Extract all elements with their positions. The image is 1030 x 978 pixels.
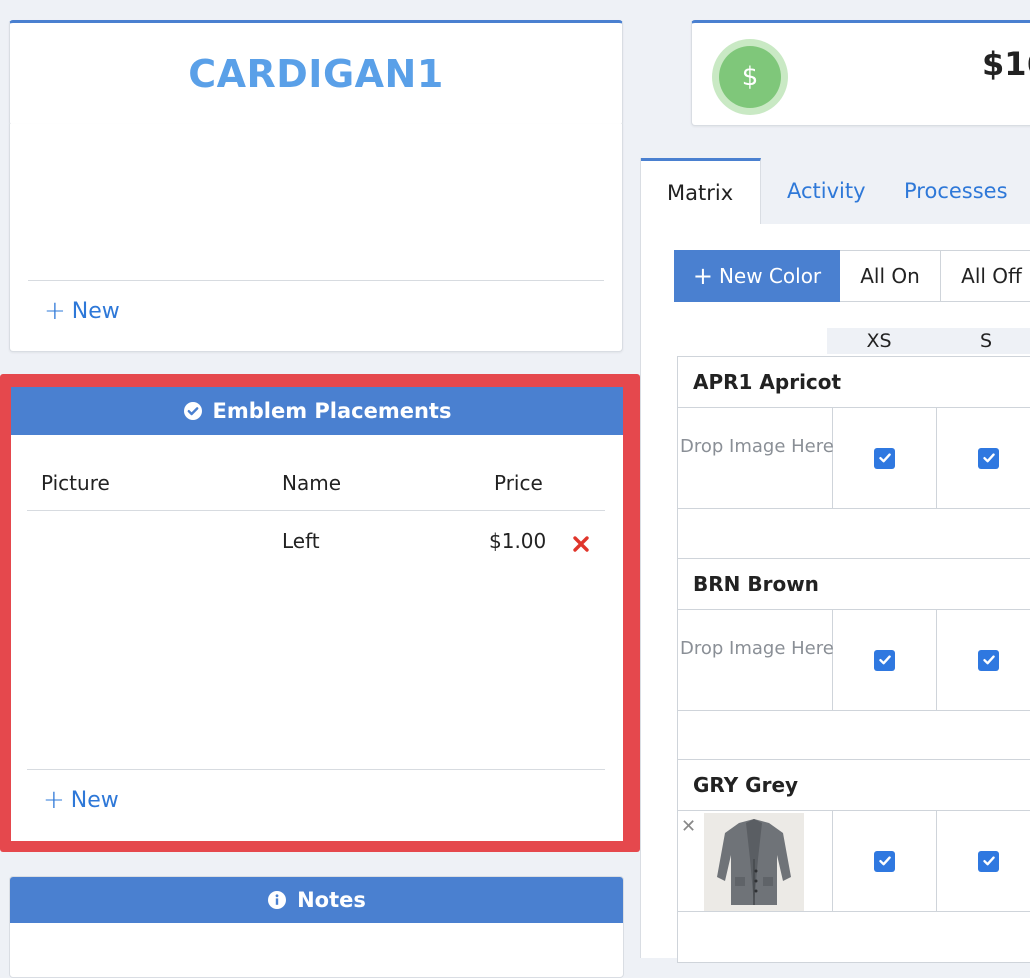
divider	[27, 769, 605, 770]
image-cell: ✕	[678, 811, 833, 911]
size-checkbox[interactable]	[978, 850, 999, 872]
tab-processes[interactable]: Processes	[904, 158, 1008, 224]
color-row: Drop Image Here	[678, 408, 1030, 509]
size-cell-s	[937, 610, 1030, 710]
drop-image-text: Drop Image Here	[680, 638, 834, 659]
plus-icon: +	[43, 785, 65, 815]
all-off-label: All Off	[961, 264, 1022, 288]
product-thumbnail	[704, 813, 804, 911]
new-emblem-button[interactable]: + New	[43, 787, 119, 813]
tab-matrix-label: Matrix	[667, 180, 734, 205]
size-header-s: S	[931, 328, 1030, 354]
divider	[27, 510, 605, 511]
notes-panel-header: Notes	[10, 877, 623, 923]
color-row-group: GRY Grey ✕	[677, 759, 1030, 963]
color-row-group: APR1 Apricot Drop Image Here	[677, 356, 1030, 560]
verified-badge-icon	[183, 402, 202, 420]
dollar-icon: $	[712, 39, 788, 115]
delete-icon[interactable]	[571, 534, 591, 554]
check-icon	[878, 655, 891, 665]
color-name: GRY Grey	[678, 760, 1030, 811]
plus-icon: +	[692, 262, 713, 290]
emblem-placements-panel: Emblem Placements Picture Name Price Lef…	[11, 387, 623, 841]
size-checkbox[interactable]	[874, 649, 895, 671]
size-header-xs: XS	[827, 328, 931, 354]
check-icon	[878, 453, 891, 463]
matrix-toolbar: + New Color All On All Off	[674, 250, 1030, 302]
tab-activity[interactable]: Activity	[787, 158, 866, 224]
matrix-panel: Matrix Activity Processes + New Color Al…	[640, 158, 1030, 963]
image-drop-zone[interactable]: Drop Image Here	[678, 610, 834, 710]
image-drop-zone[interactable]: Drop Image Here	[678, 408, 834, 508]
notes-panel-title: Notes	[297, 888, 366, 912]
color-row: Drop Image Here	[678, 610, 1030, 711]
size-cell-xs	[833, 811, 937, 911]
drop-image-text: Drop Image Here	[680, 436, 834, 457]
dollar-symbol: $	[719, 46, 781, 108]
divider	[28, 280, 604, 281]
row-spacer	[678, 711, 1030, 762]
row-spacer	[678, 912, 1030, 963]
size-checkbox[interactable]	[874, 850, 895, 872]
product-title-card: CARDIGAN1	[9, 20, 623, 126]
emblem-panel-title: Emblem Placements	[212, 399, 452, 423]
all-off-button[interactable]: All Off	[941, 250, 1030, 302]
check-icon	[982, 655, 995, 665]
tab-matrix[interactable]: Matrix	[641, 158, 761, 224]
product-title: CARDIGAN1	[188, 52, 444, 96]
column-header-picture: Picture	[41, 471, 110, 495]
remove-image-icon[interactable]: ✕	[681, 816, 696, 837]
plus-icon: +	[44, 296, 66, 326]
check-icon	[982, 453, 995, 463]
new-emblem-label: New	[70, 787, 119, 813]
check-icon	[982, 856, 995, 866]
row-spacer	[678, 509, 1030, 560]
new-color-label: New Color	[718, 264, 822, 288]
tab-bar: Matrix Activity Processes	[641, 158, 1030, 224]
color-row: ✕	[678, 811, 1030, 912]
color-name: BRN Brown	[678, 559, 1030, 610]
size-cell-xs	[833, 610, 937, 710]
size-checkbox[interactable]	[874, 447, 895, 469]
emblem-panel-header: Emblem Placements	[11, 387, 623, 435]
color-name: APR1 Apricot	[678, 357, 1030, 408]
tab-processes-label: Processes	[904, 179, 1008, 203]
new-item-button[interactable]: + New	[44, 298, 120, 324]
size-cell-xs	[833, 408, 937, 508]
all-on-button[interactable]: All On	[840, 250, 941, 302]
size-cell-s	[937, 408, 1030, 508]
column-header-price: Price	[494, 471, 543, 495]
row-name: Left	[282, 529, 320, 553]
color-row-group: BRN Brown Drop Image Here	[677, 558, 1030, 762]
size-cell-s	[937, 811, 1030, 911]
all-on-label: All On	[860, 264, 920, 288]
row-price: $1.00	[489, 529, 547, 553]
product-body-card: + New	[9, 124, 623, 352]
tab-activity-label: Activity	[787, 179, 866, 203]
new-item-label: New	[71, 298, 120, 324]
column-header-name: Name	[282, 471, 342, 495]
price-summary-card: $ $16	[691, 20, 1030, 126]
size-checkbox[interactable]	[978, 649, 999, 671]
size-checkbox[interactable]	[978, 447, 999, 469]
check-icon	[878, 856, 891, 866]
cardigan-image	[717, 819, 791, 905]
notes-panel: Notes	[9, 876, 624, 978]
new-color-button[interactable]: + New Color	[674, 250, 840, 302]
price-amount: $16	[982, 45, 1030, 83]
info-icon	[268, 891, 287, 909]
